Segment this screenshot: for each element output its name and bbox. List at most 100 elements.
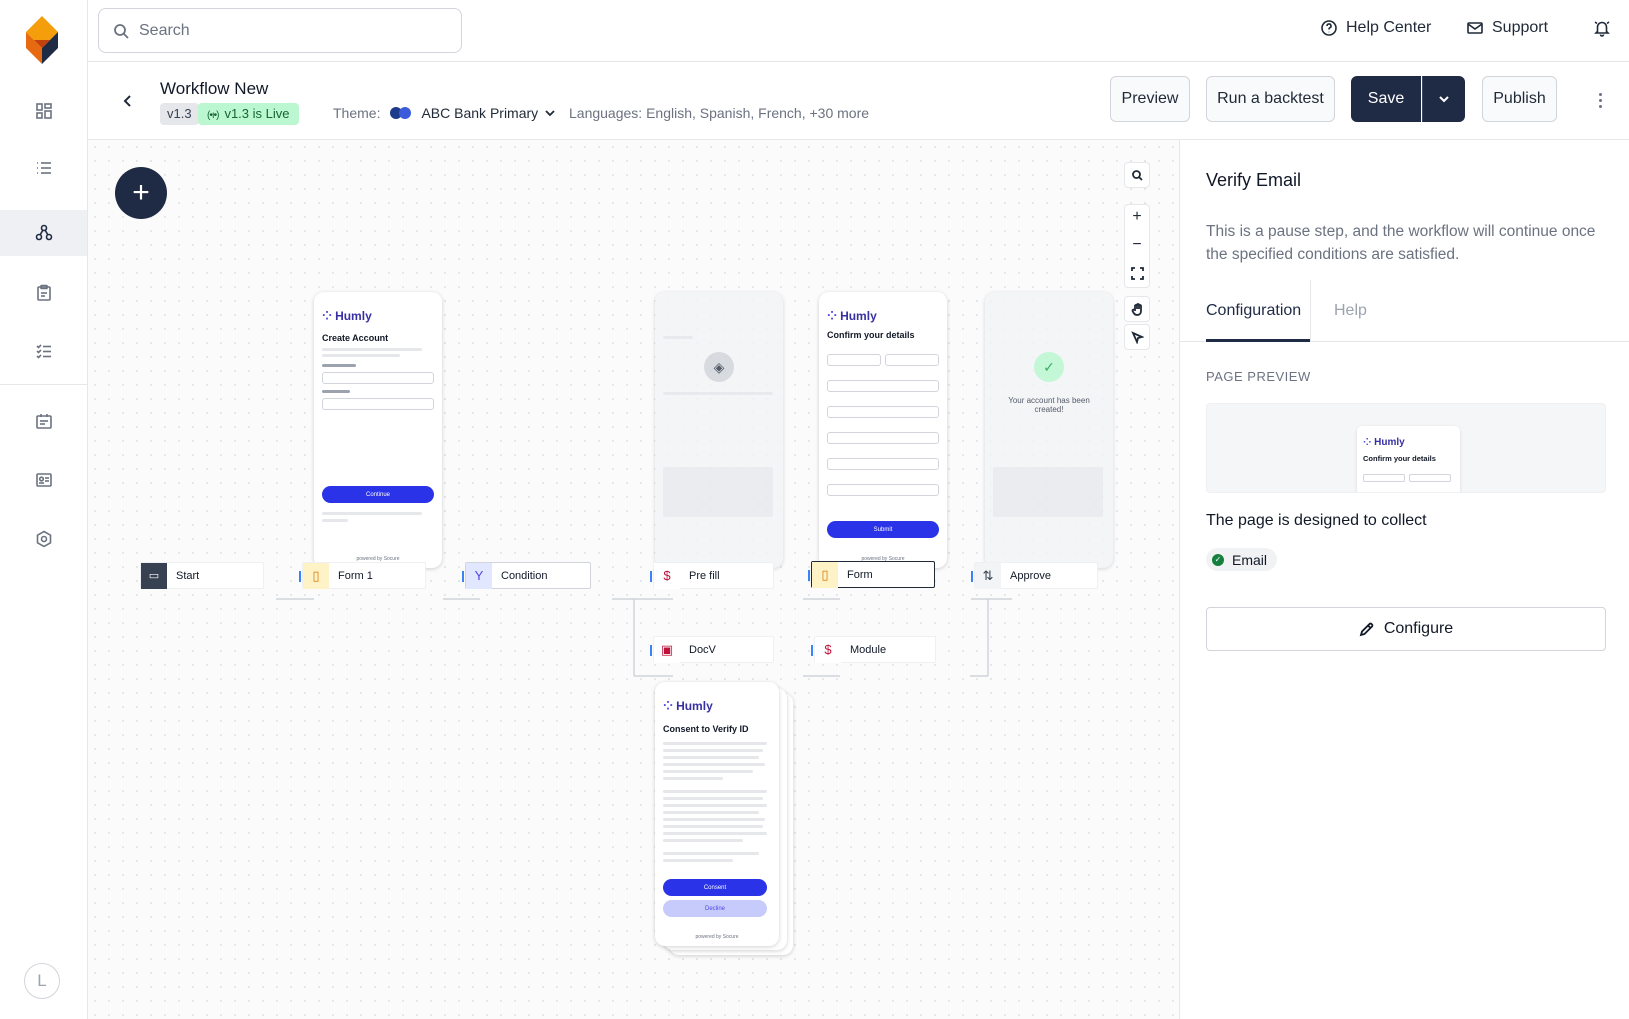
more-options-icon[interactable] [1590,88,1610,112]
field-label [322,364,356,367]
connector-handle [811,645,813,656]
continue-button: Continue [322,486,434,503]
chevron-down-icon [1438,96,1449,103]
node-approve[interactable]: ⇅ Approve [971,562,1098,589]
notifications-button[interactable] [1593,19,1611,37]
tab-help[interactable]: Help [1334,302,1367,320]
chip-label: Email [1232,551,1268,568]
connector-handle [462,571,464,582]
tab-configuration[interactable]: Configuration [1206,302,1301,320]
run-backtest-button[interactable]: Run a backtest [1206,76,1335,122]
last-name-field [885,354,939,366]
preview-button[interactable]: Preview [1110,76,1190,122]
support-link[interactable]: Support [1466,19,1548,37]
checklist-icon [35,344,51,359]
configure-button[interactable]: Configure [1206,607,1606,651]
window-icon: ▭ [141,562,167,589]
approve-screen-preview[interactable]: ✓ Your account has been created! [985,292,1113,568]
node-label: Form 1 [338,569,373,582]
text-line [663,818,765,821]
sidebar-item-identity[interactable] [0,457,87,503]
prefill-screen-preview[interactable]: ◈ [655,292,783,568]
id-card-icon: ▣ [654,636,680,663]
docv-screen-preview[interactable]: ⁘ Humly Consent to Verify ID Consent Decl… [655,682,779,946]
sidebar-item-checklist[interactable] [0,328,87,374]
chevron-down-icon [545,110,555,117]
layers-icon: ◈ [704,352,734,382]
sidebar-item-workflows[interactable] [0,210,87,256]
app-root: L Help Center Support Workflow New v1.3 … [0,0,1629,1019]
arrows-updown-icon: ⇅ [975,562,1001,589]
workflow-header: Workflow New v1.3 (•ı•) v1.3 is Live Them… [88,62,1629,140]
brand-mark-icon: ⁘ [827,309,838,323]
consent-button: Consent [663,879,767,896]
panel-description: This is a pause step, and the workflow w… [1206,223,1596,263]
phone-form-icon: ▯ [812,561,838,588]
node-form[interactable]: ▯ Form [808,561,935,588]
approve-message: Your account has been created! [1008,396,1090,414]
theme-value: ABC Bank Primary [421,105,539,121]
sidebar-item-list[interactable] [0,145,87,191]
publish-button[interactable]: Publish [1482,76,1557,122]
theme-swatch-icon [390,107,412,119]
sidebar-item-dashboard[interactable] [0,88,87,134]
connector-handle [650,645,652,656]
connector-handle [971,571,973,582]
back-button[interactable] [116,89,140,113]
text-line [663,811,759,814]
sidebar-item-cases[interactable] [0,270,87,316]
search-input[interactable] [139,21,439,40]
theme-selector[interactable]: Theme: ABC Bank Primary [333,105,556,121]
panel-title: Verify Email [1206,170,1302,190]
node-condition[interactable]: Y Condition [462,562,591,589]
form-screen-title: Confirm your details [827,330,915,340]
workflow-icon [35,224,52,241]
node-start[interactable]: ▭ Start [140,562,264,589]
languages-text: Languages: English, Spanish, French, +30… [569,105,870,121]
email-field [827,380,939,392]
app-logo[interactable] [24,16,60,64]
collected-field-chip: ✓ Email [1206,548,1278,571]
node-prefill[interactable]: $ Pre fill [650,562,774,589]
search-icon [114,23,129,39]
dollar-icon: $ [815,636,841,663]
save-options-button[interactable] [1422,76,1465,122]
hexagon-settings-icon [36,530,51,548]
text-line [663,763,765,766]
page-preview[interactable]: ⁘ Humly Confirm your details [1206,403,1606,493]
node-label: Pre fill [689,569,720,582]
check-circle-icon: ✓ [1212,553,1224,566]
sidebar-divider [0,384,87,385]
form1-screen-preview[interactable]: ⁘ Humly Create Account Continue powered b… [314,292,442,568]
node-form1[interactable]: ▯ Form 1 [299,562,426,589]
node-module[interactable]: $ Module [811,636,936,663]
help-circle-icon [1321,20,1337,36]
text-line [322,348,422,351]
workflow-canvas[interactable]: + + − ⁘ Humly Create Account Continue po… [88,140,1179,1019]
active-tab-indicator [1206,339,1310,342]
user-avatar[interactable]: L [24,963,60,999]
page-preview-thumbnail: ⁘ Humly Confirm your details [1357,426,1460,492]
dashboard-icon [35,103,52,119]
bell-icon [1594,21,1610,37]
submit-button: Submit [827,521,939,538]
configure-label: Configure [1383,620,1454,637]
sidebar-item-settings[interactable] [0,516,87,562]
collect-text: The page is designed to collect [1206,512,1427,529]
text-line [322,354,400,357]
node-label: Form [847,568,873,581]
calendar-badge-icon [35,414,52,429]
address-field [827,484,939,496]
node-docv[interactable]: ▣ DocV [650,636,774,663]
sidebar-item-schedule[interactable] [0,398,87,444]
phone-field [827,406,939,418]
help-center-link[interactable]: Help Center [1320,19,1431,37]
text-line [663,742,767,745]
ssn-field [322,398,434,410]
search-box[interactable] [98,8,462,53]
text-line [663,790,767,793]
save-button[interactable]: Save [1351,76,1421,122]
pencil-icon [1359,622,1374,636]
form-screen-preview[interactable]: ⁘ Humly Confirm your details Submit power… [819,292,947,568]
text-line [663,832,767,835]
